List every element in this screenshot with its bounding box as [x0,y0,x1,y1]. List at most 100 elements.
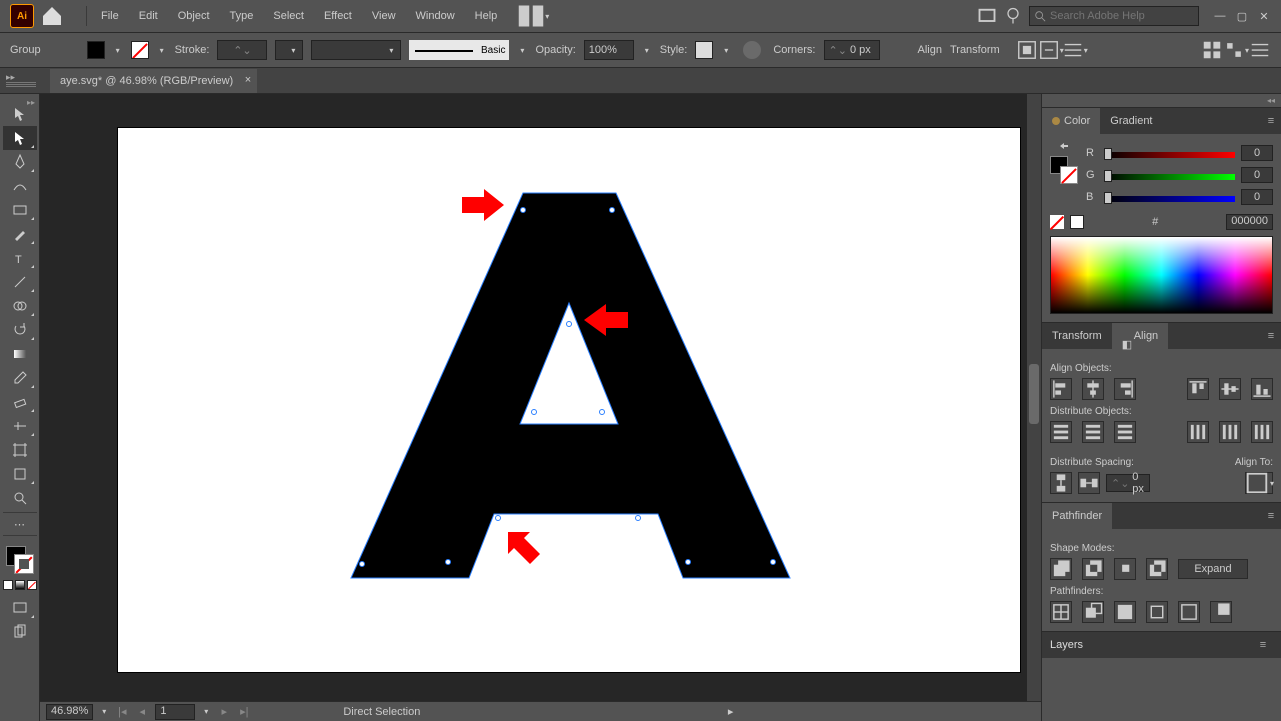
direct-selection-tool[interactable] [3,126,37,150]
vdist-bottom-icon[interactable] [1114,421,1136,443]
swap-fill-stroke-icon[interactable] [1058,142,1070,154]
grid-icon[interactable] [1201,39,1223,61]
anchor-point[interactable] [359,561,365,567]
menu-window[interactable]: Window [406,0,465,32]
color-mode-gradient[interactable] [15,580,25,590]
fill-stroke-proxy[interactable] [4,544,36,576]
hdist-right-icon[interactable] [1251,421,1273,443]
menu-effect[interactable]: Effect [314,0,362,32]
curvature-tool[interactable] [3,174,37,198]
free-transform-tool[interactable] [3,462,37,486]
gradient-tool[interactable] [3,342,37,366]
divide-icon[interactable] [1050,601,1072,623]
green-slider[interactable] [1104,170,1235,180]
transform-link[interactable]: Transform [950,44,1000,56]
vdist-top-icon[interactable] [1050,421,1072,443]
spacing-field[interactable]: ⌃⌄ 0 px [1106,474,1150,492]
document-tab[interactable]: aye.svg* @ 46.98% (RGB/Preview) × [50,69,257,93]
edit-contents-icon[interactable]: ▾ [1040,39,1062,61]
draw-mode-tool[interactable] [3,620,37,644]
vertical-scrollbar[interactable] [1027,94,1041,701]
vspace-icon[interactable] [1050,472,1072,494]
opacity-field[interactable]: 100% [584,40,634,60]
stroke-swatch[interactable] [131,41,149,59]
prefs-icon[interactable] [1249,39,1271,61]
tab-color[interactable]: Color [1042,108,1100,134]
window-close[interactable]: ✕ [1255,9,1273,23]
close-tab-icon[interactable]: × [245,74,251,86]
minus-front-icon[interactable] [1082,558,1104,580]
menu-view[interactable]: View [362,0,406,32]
rectangle-tool[interactable] [3,198,37,222]
pen-tool[interactable] [3,150,37,174]
snap-icon[interactable]: ▾ [1225,39,1247,61]
eyedropper-tool[interactable] [3,366,37,390]
zoom-dropdown[interactable]: ▾ [99,707,109,716]
minus-back-icon[interactable] [1210,601,1232,623]
scissors-tool[interactable] [3,414,37,438]
anchor-point[interactable] [531,409,537,415]
menu-object[interactable]: Object [168,0,220,32]
rotate-tool[interactable] [3,318,37,342]
eraser-tool[interactable] [3,390,37,414]
color-mode-solid[interactable] [3,580,13,590]
align-panel-menu-icon[interactable]: ≡ [1261,330,1281,342]
hscroll-play-icon[interactable]: ▸ [724,703,738,721]
paintbrush-tool[interactable] [3,222,37,246]
anchor-point[interactable] [599,409,605,415]
artboard-tool[interactable] [3,438,37,462]
line-tool[interactable] [3,270,37,294]
anchor-point[interactable] [445,559,451,565]
green-value[interactable]: 0 [1241,167,1273,183]
menu-file[interactable]: File [91,0,129,32]
tab-gradient[interactable]: Gradient [1100,108,1162,134]
align-bottom-icon[interactable] [1251,378,1273,400]
anchor-point[interactable] [685,559,691,565]
first-artboard-icon[interactable]: |◂ [115,705,129,719]
white-black-swatch[interactable] [1070,215,1084,229]
align-top-icon[interactable] [1187,378,1209,400]
menu-select[interactable]: Select [263,0,314,32]
last-artboard-icon[interactable]: ▸| [237,705,251,719]
hdist-left-icon[interactable] [1187,421,1209,443]
crop-icon[interactable] [1146,601,1168,623]
arrange-documents-icon[interactable]: ▾ [519,4,547,28]
recolor-icon[interactable] [743,41,761,59]
menu-type[interactable]: Type [220,0,264,32]
merge-icon[interactable] [1114,601,1136,623]
align-to-dropdown[interactable]: ▾ [1245,472,1273,494]
intersect-icon[interactable] [1114,558,1136,580]
outline-icon[interactable] [1178,601,1200,623]
red-value[interactable]: 0 [1241,145,1273,161]
selection-tool[interactable] [3,102,37,126]
letter-a-path[interactable] [118,128,1020,672]
tab-align[interactable]: ◧Align [1112,323,1168,349]
screen-mode-tool[interactable] [3,596,37,620]
tab-transform[interactable]: Transform [1042,323,1112,349]
help-search[interactable] [1029,6,1199,26]
panel-fill-stroke-proxy[interactable] [1050,156,1078,184]
pathfinder-panel-menu-icon[interactable]: ≡ [1261,510,1281,522]
collapse-panels-icon[interactable]: ◂◂ [1042,94,1281,108]
scrollbar-thumb[interactable] [1029,364,1039,424]
align-link[interactable]: Align [918,44,942,56]
fill-swatch[interactable] [87,41,105,59]
tab-layers[interactable]: Layers [1050,639,1083,651]
blue-slider[interactable] [1104,192,1235,202]
variable-width-profile[interactable]: ▾ [311,40,401,60]
prev-artboard-icon[interactable]: ◂ [135,705,149,719]
hdist-center-icon[interactable] [1219,421,1241,443]
hspace-icon[interactable] [1078,472,1100,494]
style-swatch[interactable] [695,41,713,59]
zoom-tool[interactable] [3,486,37,510]
layers-panel-menu-icon[interactable]: ≡ [1253,639,1273,651]
isolate-group-icon[interactable] [1016,39,1038,61]
artboard-number-field[interactable]: 1 [155,704,195,720]
color-mode-none[interactable] [27,580,37,590]
red-slider[interactable] [1104,148,1235,158]
next-artboard-icon[interactable]: ▸ [217,705,231,719]
menu-edit[interactable]: Edit [129,0,168,32]
type-tool[interactable]: T [3,246,37,270]
align-hcenter-icon[interactable] [1082,378,1104,400]
anchor-point[interactable] [520,207,526,213]
